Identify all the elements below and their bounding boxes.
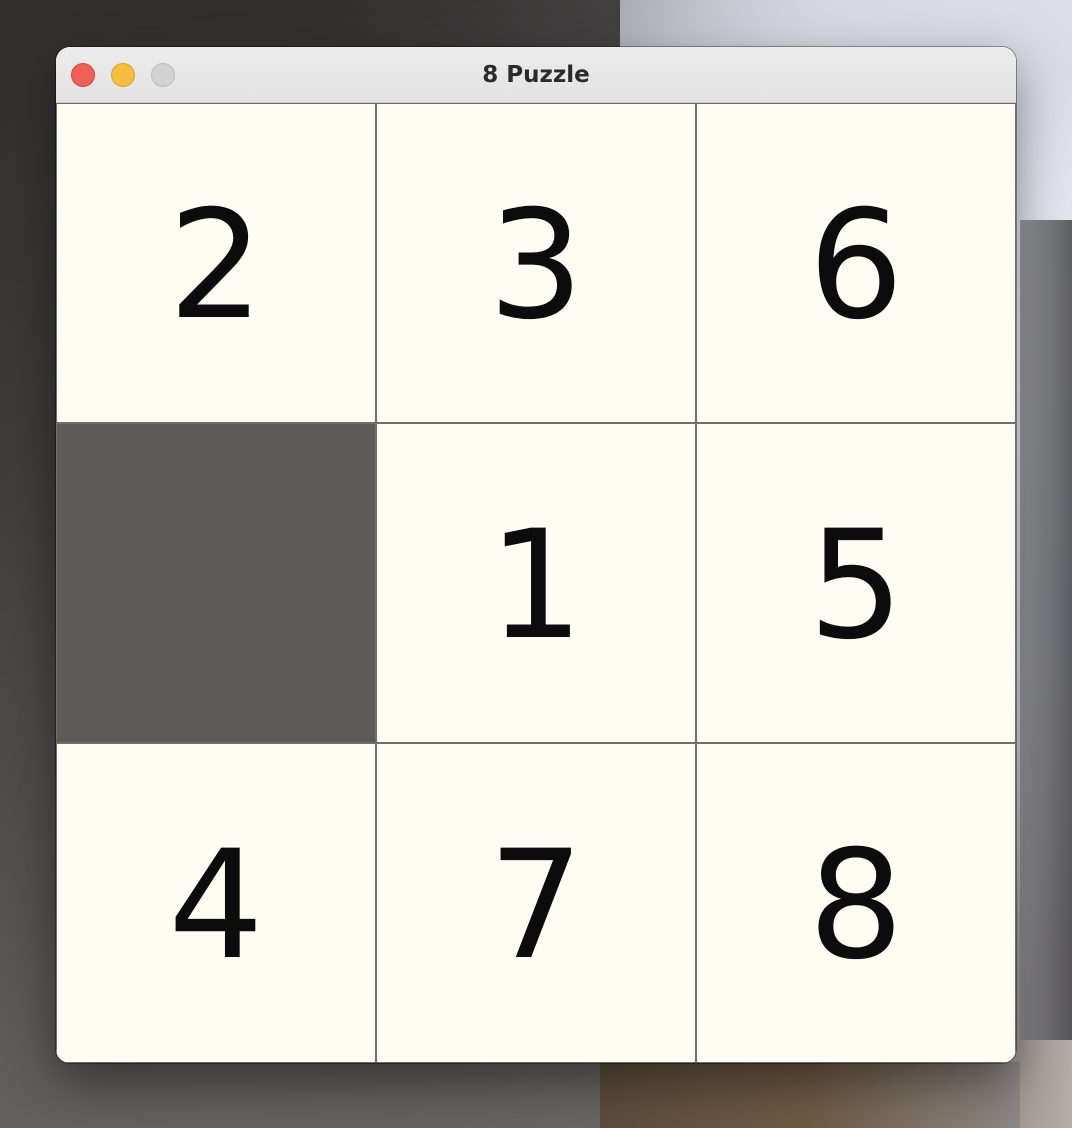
tile-row3-col1[interactable]: 4 xyxy=(56,743,376,1063)
tile-number: 4 xyxy=(168,819,264,993)
tile-number: 6 xyxy=(808,179,904,353)
puzzle-board: 2 3 6 1 5 4 7 8 xyxy=(56,103,1016,1063)
tile-row2-col3[interactable]: 5 xyxy=(696,423,1016,743)
tile-row3-col3[interactable]: 8 xyxy=(696,743,1016,1063)
empty-tile xyxy=(56,423,376,743)
tile-row1-col1[interactable]: 2 xyxy=(56,103,376,423)
tile-number: 8 xyxy=(808,819,904,993)
tile-row2-col2[interactable]: 1 xyxy=(376,423,696,743)
tile-number: 3 xyxy=(488,179,584,353)
tile-number: 1 xyxy=(488,499,584,673)
tile-number: 5 xyxy=(808,499,904,673)
tile-number: 7 xyxy=(488,819,584,993)
tile-row1-col3[interactable]: 6 xyxy=(696,103,1016,423)
tile-number: 2 xyxy=(168,179,264,353)
title-bar[interactable]: 8 Puzzle xyxy=(56,47,1016,103)
tile-row3-col2[interactable]: 7 xyxy=(376,743,696,1063)
tile-row1-col2[interactable]: 3 xyxy=(376,103,696,423)
desktop-background-bottom xyxy=(600,1062,1020,1128)
desktop-background-right xyxy=(1020,220,1072,1040)
window-title: 8 Puzzle xyxy=(482,62,590,88)
puzzle-window: 8 Puzzle 2 3 6 1 5 4 7 8 xyxy=(56,47,1016,1063)
